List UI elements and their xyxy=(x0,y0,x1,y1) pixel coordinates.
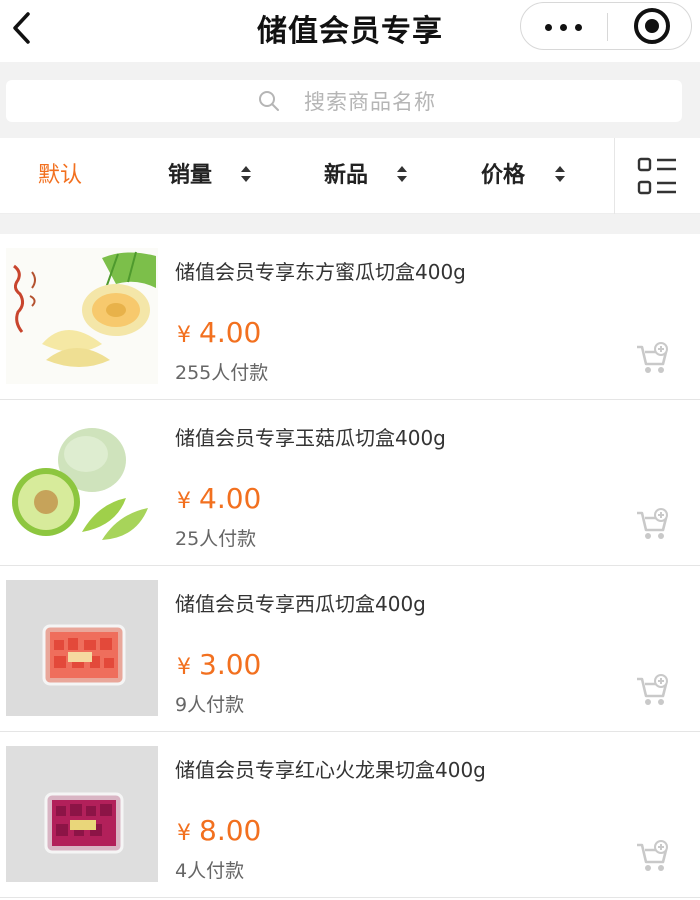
watermelon-box-image[interactable] xyxy=(6,580,158,716)
sort-price[interactable]: 价格 xyxy=(481,138,525,214)
product-item[interactable]: 储值会员专享东方蜜瓜切盒400g ¥4.00 255人付款 xyxy=(0,234,700,400)
sort-new[interactable]: 新品 xyxy=(324,138,368,214)
product-price: ¥8.00 xyxy=(177,814,262,847)
product-name[interactable]: 储值会员专享东方蜜瓜切盒400g xyxy=(175,256,466,285)
product-sold-count: 4人付款 xyxy=(175,860,245,882)
product-sold-count: 25人付款 xyxy=(175,528,257,550)
product-item[interactable]: 储值会员专享红心火龙果切盒400g ¥8.00 4人付款 xyxy=(0,732,700,898)
product-name[interactable]: 储值会员专享玉菇瓜切盒400g xyxy=(175,422,446,451)
sort-bar: 默认 销量 新品 价格 xyxy=(0,138,700,214)
mini-program-capsule xyxy=(520,2,692,50)
dragonfruit-box-image[interactable] xyxy=(6,746,158,882)
search-icon xyxy=(259,91,279,111)
green-melon-image[interactable] xyxy=(6,414,158,550)
sort-price-arrows-icon[interactable] xyxy=(554,164,566,186)
honeydew-melon-image[interactable] xyxy=(6,248,158,384)
product-item[interactable]: 储值会员专享西瓜切盒400g ¥3.00 9人付款 xyxy=(0,566,700,732)
add-to-cart-icon[interactable] xyxy=(634,840,670,874)
product-sold-count: 255人付款 xyxy=(175,362,269,384)
product-price: ¥3.00 xyxy=(177,648,262,681)
search-placeholder: 搜索商品名称 xyxy=(304,90,436,114)
add-to-cart-icon[interactable] xyxy=(634,508,670,542)
product-price: ¥4.00 xyxy=(177,316,262,349)
add-to-cart-icon[interactable] xyxy=(634,342,670,376)
search-bar: 搜索商品名称 xyxy=(0,62,700,138)
sort-new-arrows-icon[interactable] xyxy=(396,164,408,186)
more-button[interactable] xyxy=(521,3,607,49)
sort-divider xyxy=(614,138,615,214)
section-gap xyxy=(0,214,700,234)
product-price: ¥4.00 xyxy=(177,482,262,515)
product-name[interactable]: 储值会员专享西瓜切盒400g xyxy=(175,588,426,617)
nav-bar: 储值会员专享 xyxy=(0,0,700,60)
grid-list-toggle-icon[interactable] xyxy=(636,156,680,196)
close-button[interactable] xyxy=(608,3,692,49)
product-sold-count: 9人付款 xyxy=(175,694,245,716)
product-name[interactable]: 储值会员专享红心火龙果切盒400g xyxy=(175,754,486,783)
sort-default[interactable]: 默认 xyxy=(38,138,82,214)
sort-sales-arrows-icon[interactable] xyxy=(240,164,252,186)
product-item[interactable]: 储值会员专享玉菇瓜切盒400g ¥4.00 25人付款 xyxy=(0,400,700,566)
search-input[interactable]: 搜索商品名称 xyxy=(6,80,682,122)
add-to-cart-icon[interactable] xyxy=(634,674,670,708)
sort-sales[interactable]: 销量 xyxy=(168,138,212,214)
